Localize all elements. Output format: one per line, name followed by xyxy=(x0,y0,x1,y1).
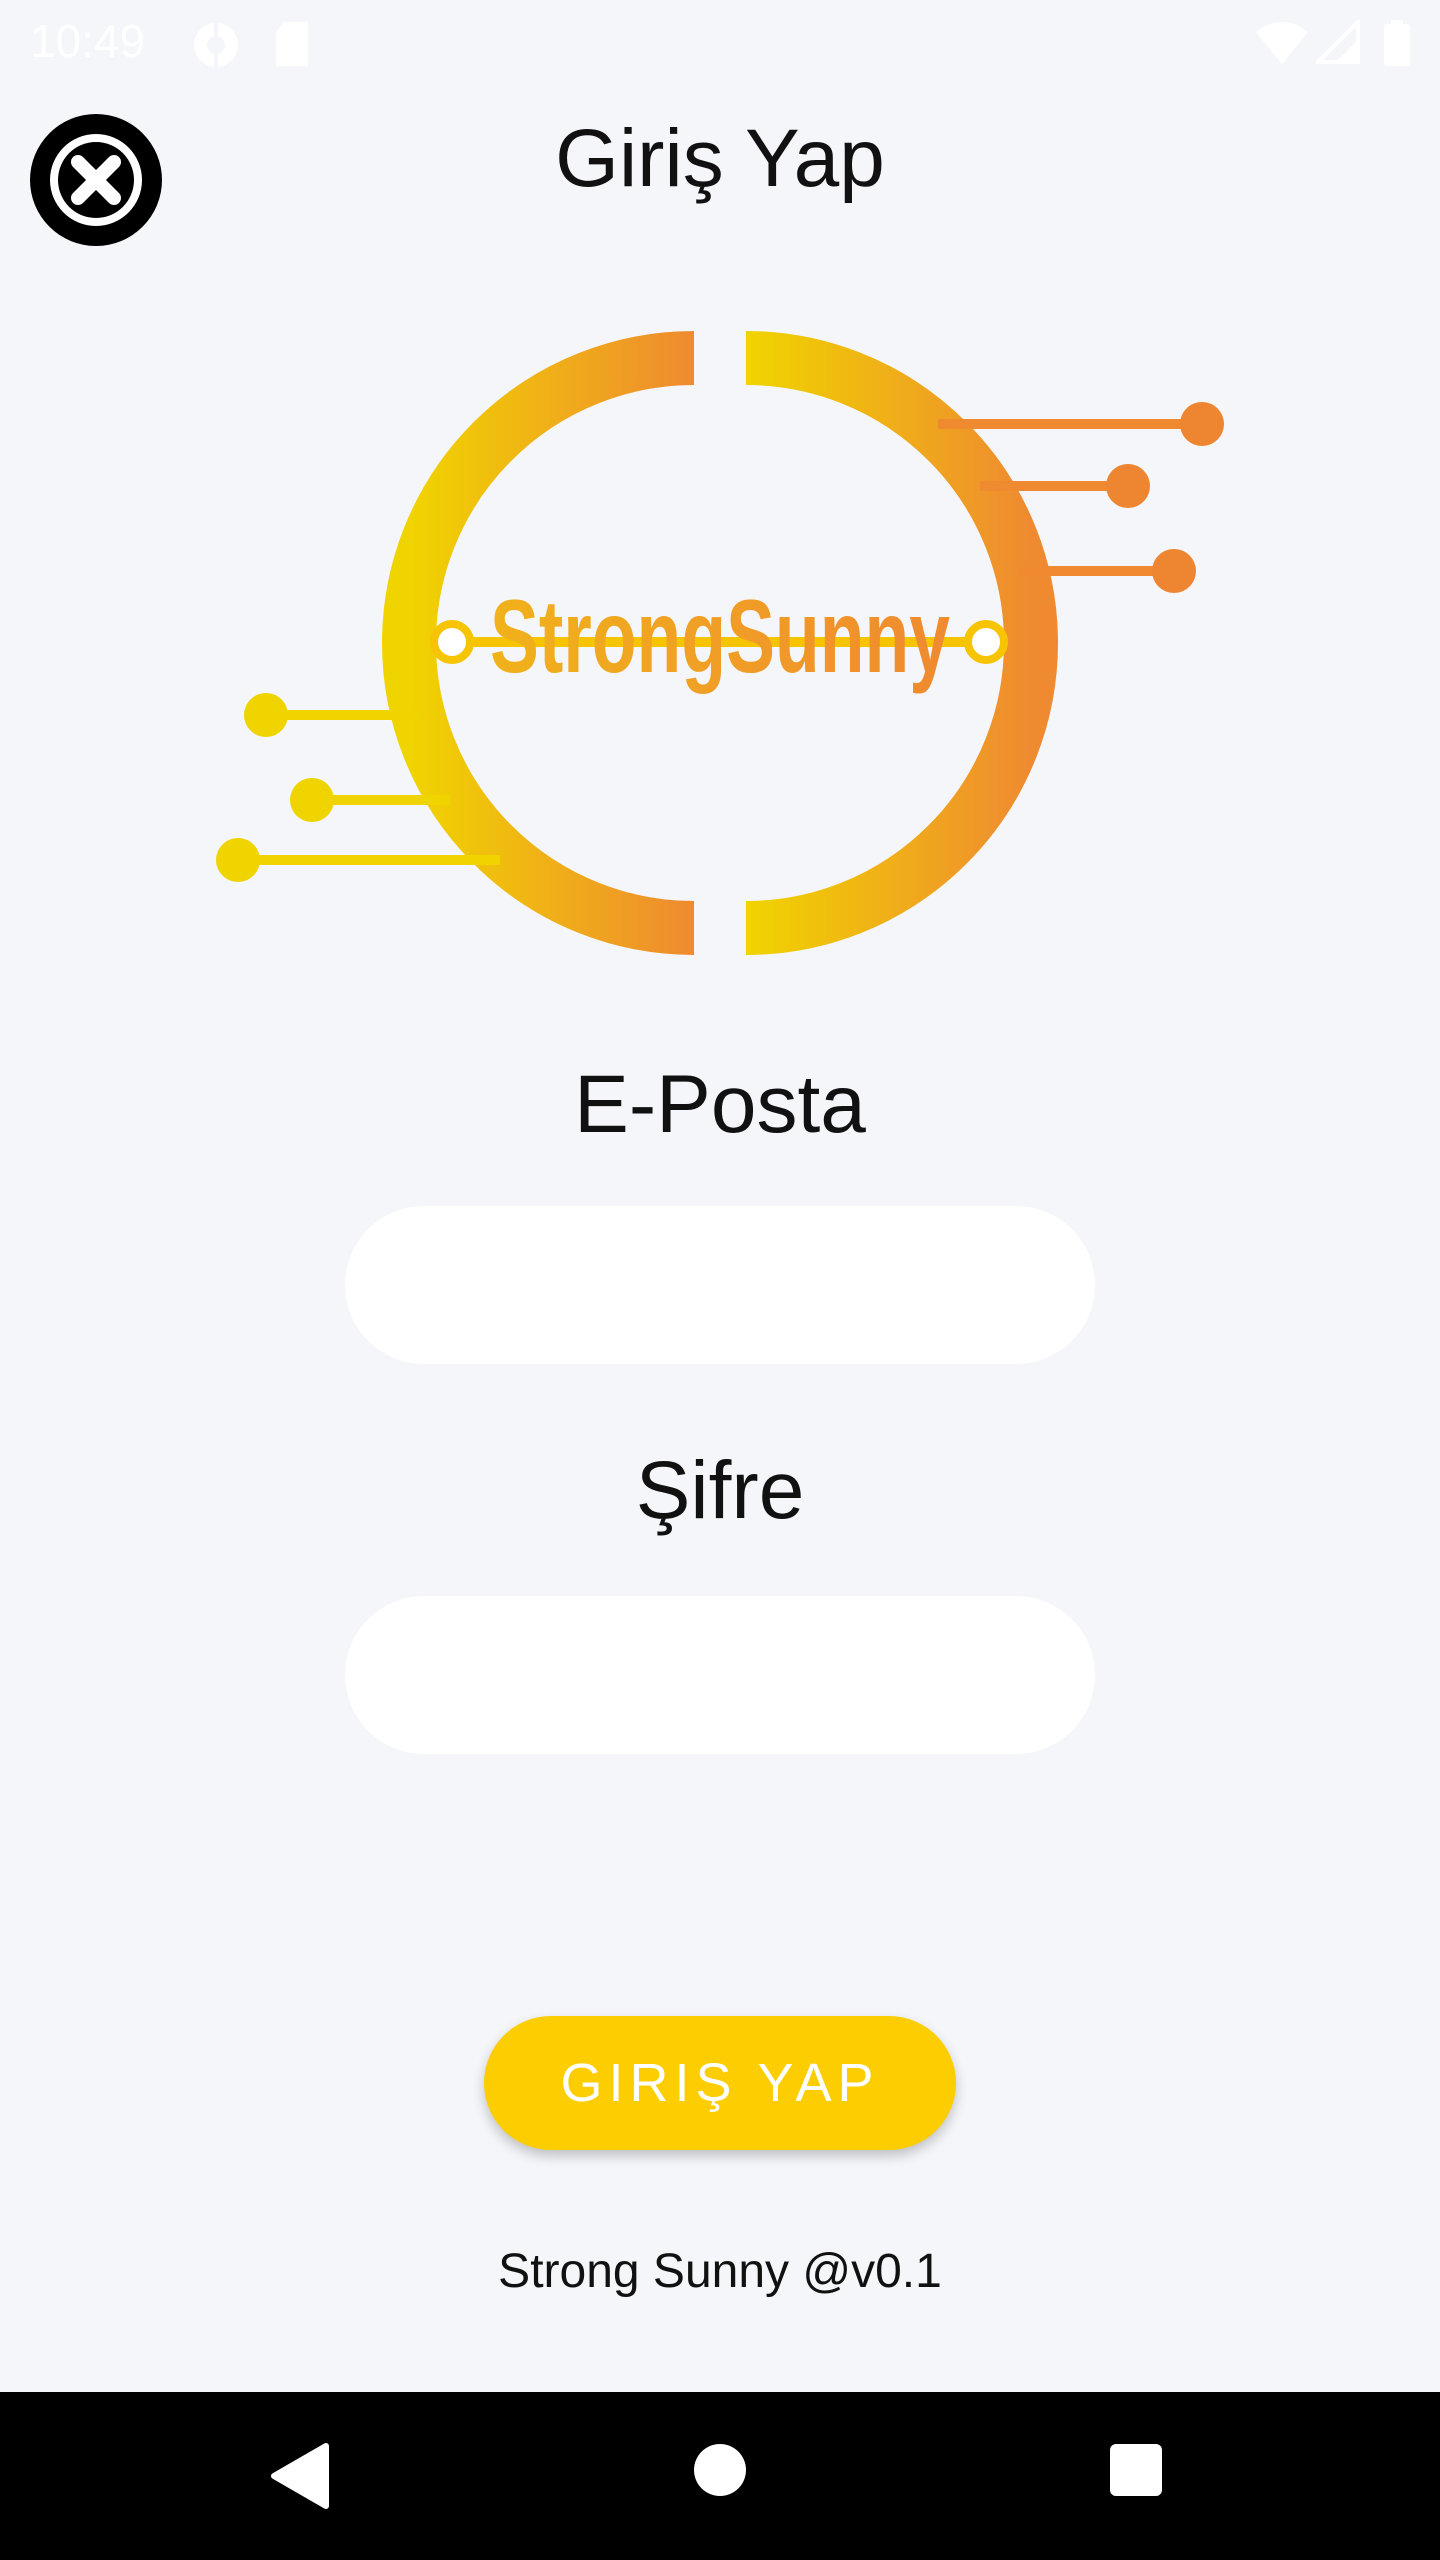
navigation-bar xyxy=(0,2392,1440,2560)
back-triangle-icon[interactable] xyxy=(268,2442,332,2510)
cell-signal-icon xyxy=(1316,20,1360,64)
settings-cog-icon xyxy=(194,22,238,68)
strongsunny-logo: StrongSunny xyxy=(216,331,1224,955)
email-label: E-Posta xyxy=(574,1059,866,1150)
recents-square-icon[interactable] xyxy=(1108,2442,1164,2498)
login-button[interactable]: GIRIŞ YAP xyxy=(484,2016,956,2150)
email-field[interactable] xyxy=(345,1206,1095,1364)
password-field[interactable] xyxy=(345,1596,1095,1754)
logo-text: StrongSunny xyxy=(490,579,950,695)
page-title: Giriş Yap xyxy=(555,113,885,204)
battery-icon xyxy=(1384,20,1410,66)
status-time: 10:49 xyxy=(30,15,146,67)
status-bar: 10:49 xyxy=(0,0,1440,84)
wifi-icon xyxy=(1256,22,1308,64)
version-text: Strong Sunny @v0.1 xyxy=(498,2245,942,2298)
home-circle-icon[interactable] xyxy=(692,2442,748,2498)
sd-card-icon xyxy=(276,22,308,66)
login-screen: 10:49 Giriş Yap StrongSunny E-Posta Şifr… xyxy=(0,0,1440,2560)
password-label: Şifre xyxy=(635,1445,805,1536)
